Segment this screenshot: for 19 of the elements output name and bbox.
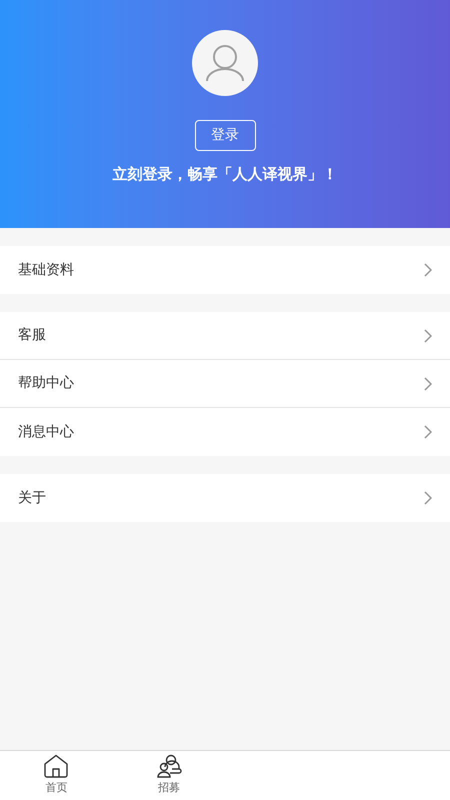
tab-label: 招募	[158, 780, 180, 796]
chevron-right-icon	[424, 376, 432, 390]
user-icon	[204, 44, 246, 82]
menu-item-label: 关于	[18, 488, 46, 508]
menu-item-label: 客服	[18, 326, 46, 345]
chevron-right-icon	[424, 491, 432, 505]
home-icon	[43, 754, 70, 778]
tab-label: 首页	[45, 780, 68, 796]
chevron-right-icon	[424, 263, 432, 277]
menu-item-label: 帮助中心	[18, 374, 74, 393]
menu-item-label: 基础资料	[18, 260, 74, 280]
chevron-right-icon	[424, 425, 432, 439]
tab-item[interactable]: 招募	[112, 751, 225, 800]
login-button[interactable]: 登录	[194, 120, 256, 151]
login-tagline: 立刻登录，畅享「人人译视界」！	[112, 164, 338, 185]
chevron-right-icon	[424, 328, 432, 342]
tab-item[interactable]: 首页	[0, 751, 112, 800]
menu-item-label: 消息中心	[18, 422, 74, 442]
people-icon	[156, 754, 182, 778]
